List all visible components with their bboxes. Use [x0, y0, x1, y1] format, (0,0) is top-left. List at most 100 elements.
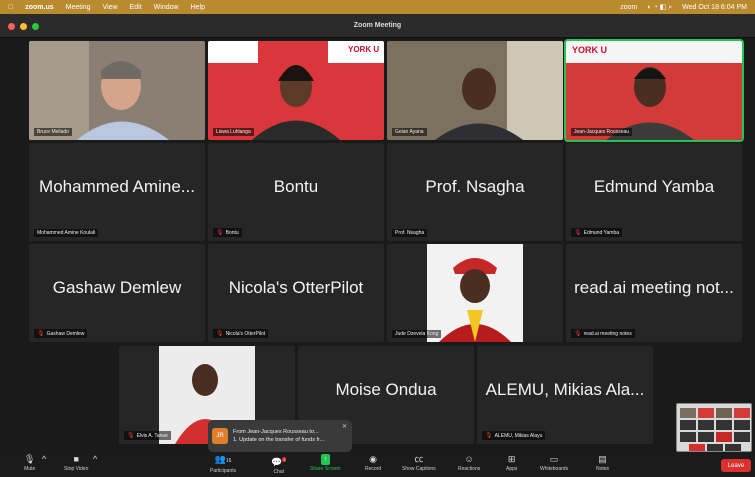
menu-window[interactable]: Window	[154, 4, 179, 11]
participant-tile-gashaw[interactable]: Gashaw Demlew 🎙 Gashaw Demlew	[29, 244, 205, 342]
notes-button[interactable]: ▤ Notes	[596, 454, 609, 472]
notification-message: 1. Update on the transfer of funds fr...	[233, 437, 325, 443]
chat-notification[interactable]: JR From Jean-Jacques Rousseau to... 1. U…	[208, 420, 352, 452]
participant-tile-liswa[interactable]: YORK U Liswa Luhlanga	[208, 41, 384, 140]
share-screen-icon: ↑	[320, 454, 331, 465]
participant-display-name: Nicola's OtterPilot	[228, 278, 364, 297]
participant-name: Jean-Jacques Rousseau	[574, 129, 630, 135]
participant-tile-otterpilot[interactable]: Nicola's OtterPilot 🎙 Nicola's OtterPilot	[208, 244, 384, 342]
participant-display-name: Bontu	[273, 177, 319, 196]
apps-icon: ⊞	[507, 454, 516, 464]
participant-video	[566, 41, 742, 140]
record-icon: ◉	[369, 454, 377, 464]
participant-tile-readai[interactable]: read.ai meeting not... 🎙 read.ai meeting …	[566, 244, 742, 342]
reactions-button[interactable]: ☺ Reactions	[458, 454, 480, 472]
muted-mic-icon: 🎙	[37, 331, 45, 337]
participant-name: Prof. Nsagha	[395, 230, 425, 236]
muted-mic-icon: 🎙	[216, 331, 224, 337]
whiteboard-icon: ▭	[549, 454, 559, 464]
participant-video	[208, 41, 384, 140]
record-button[interactable]: ◉ Record	[365, 454, 381, 472]
video-camera-icon: ■	[73, 454, 79, 464]
close-icon[interactable]: ✕	[342, 423, 347, 430]
self-view-thumbnail[interactable]	[676, 403, 752, 452]
participant-display-name: ALEMU, Mikias Ala...	[485, 380, 645, 399]
zoom-window-button[interactable]	[32, 23, 39, 30]
audio-options-chevron[interactable]: ^	[42, 454, 46, 465]
participant-name: Nicola's OtterPilot	[225, 330, 266, 337]
stop-video-button[interactable]: ■ Stop Video	[64, 454, 88, 472]
participant-display-name: Mohammed Amine...	[39, 177, 195, 196]
muted-mic-icon: 🎙	[574, 331, 582, 337]
menu-app[interactable]: zoom.us	[25, 4, 53, 11]
menu-view[interactable]: View	[103, 4, 118, 11]
apple-icon[interactable]: 	[8, 4, 13, 11]
participants-button[interactable]: 👥16 Participants	[210, 454, 236, 474]
muted-mic-icon: 🎙	[127, 433, 135, 439]
reactions-icon: ☺	[464, 454, 474, 464]
participant-name: Bruce Mellado	[37, 129, 69, 135]
participants-count: 16	[225, 458, 232, 464]
clock: Wed Oct 18 6:04 PM	[682, 3, 747, 11]
status-icons: ◐ ◔ ◧ ⌕	[647, 3, 673, 11]
participant-display-name: Gashaw Demlew	[52, 278, 182, 297]
banner-logo: YORK U	[348, 45, 380, 54]
video-options-chevron[interactable]: ^	[93, 454, 97, 465]
participant-name: read.ai meeting notes	[583, 330, 632, 337]
participant-name: Gashaw Demlew	[46, 330, 85, 337]
meeting-toolbar: 🎙 Mute ^ ■ Stop Video ^ 👥16 Participants 💬2…	[0, 452, 755, 477]
participant-name: Liswa Luhlanga	[216, 129, 251, 135]
participants-icon: 👥16	[214, 454, 232, 464]
captions-icon: ㏄	[414, 454, 424, 464]
muted-mic-icon: 🎙	[485, 433, 493, 439]
participant-display-name: read.ai meeting not...	[574, 278, 734, 297]
menu-help[interactable]: Help	[191, 4, 205, 11]
whiteboards-button[interactable]: ▭ Whiteboards	[540, 454, 568, 472]
participant-tile-bontu[interactable]: Bontu 🎙 Bontu	[208, 143, 384, 241]
muted-mic-icon: 🎙	[216, 230, 224, 236]
minimize-window-button[interactable]	[20, 23, 27, 30]
participant-tile-alemu[interactable]: ALEMU, Mikias Ala... 🎙 ALEMU, Mikias Alay…	[477, 346, 653, 444]
menu-meeting[interactable]: Meeting	[66, 4, 91, 11]
participant-tile-nsagha[interactable]: Prof. Nsagha Prof. Nsagha	[387, 143, 563, 241]
zoom-status[interactable]: zoom	[620, 4, 637, 11]
show-captions-button[interactable]: ㏄ Show Captions	[402, 454, 436, 472]
participant-tile-mohammed[interactable]: Mohammed Amine... Mohammed Amine Koulali	[29, 143, 205, 241]
participant-name: Elvis A. Tanue	[136, 432, 168, 439]
participant-tile-bruce[interactable]: Bruce Mellado	[29, 41, 205, 140]
chevron-up-icon: ^	[93, 454, 98, 464]
participant-video	[387, 244, 563, 342]
leave-button[interactable]: Leave	[721, 459, 751, 472]
microphone-icon: 🎙	[24, 454, 36, 464]
participant-tile-jude[interactable]: Jude Dzevela Kong	[387, 244, 563, 342]
participant-name: Gelan Ayana	[395, 129, 424, 135]
participant-name: Bontu	[225, 229, 239, 236]
gallery-view: Bruce Mellado YORK U Liswa Luhlanga Gela…	[0, 38, 755, 448]
share-screen-button[interactable]: ↑ Share Screen	[310, 454, 341, 472]
mac-menubar:  zoom.us Meeting View Edit Window Help …	[0, 0, 755, 14]
participant-video	[387, 41, 563, 140]
participant-display-name: Prof. Nsagha	[425, 177, 525, 196]
participant-name: Edmund Yamba	[583, 229, 620, 236]
banner-logo: YORK U	[572, 45, 608, 55]
participant-display-name: Edmund Yamba	[593, 177, 715, 196]
menu-edit[interactable]: Edit	[130, 4, 142, 11]
mute-button[interactable]: 🎙 Mute	[24, 454, 35, 472]
close-window-button[interactable]	[8, 23, 15, 30]
chat-badge: 2	[282, 457, 287, 462]
notification-sender: From Jean-Jacques Rousseau to...	[233, 429, 319, 435]
participant-video	[29, 41, 205, 140]
apps-button[interactable]: ⊞ Apps	[506, 454, 517, 472]
window-title: Zoom Meeting	[353, 22, 402, 29]
chevron-up-icon: ^	[42, 454, 47, 464]
notes-icon: ▤	[598, 454, 607, 464]
chat-bubble-icon: 💬2	[271, 457, 287, 467]
muted-mic-icon: 🎙	[574, 230, 582, 236]
sender-avatar: JR	[212, 428, 228, 444]
participant-tile-jean-jacques[interactable]: YORK U Jean-Jacques Rousseau	[564, 39, 744, 142]
participant-name: Mohammed Amine Koulali	[37, 230, 96, 236]
participant-tile-gelan[interactable]: Gelan Ayana	[387, 41, 563, 140]
window-titlebar: Zoom Meeting	[0, 14, 755, 38]
participant-tile-edmund[interactable]: Edmund Yamba 🎙 Edmund Yamba	[566, 143, 742, 241]
chat-button[interactable]: 💬2 Chat	[271, 454, 287, 475]
